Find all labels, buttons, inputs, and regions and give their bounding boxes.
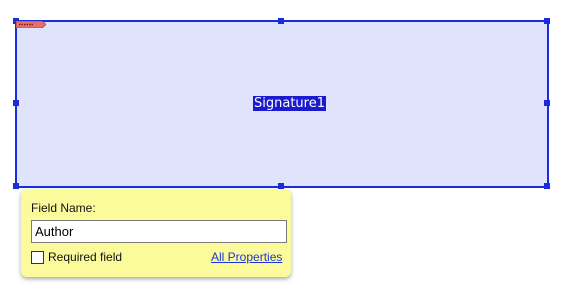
field-name-label: Field Name: [31,201,96,215]
resize-handle-bottom-left[interactable] [13,183,19,189]
field-properties-popup: Field Name: Required field All Propertie… [21,189,291,277]
resize-handle-top-right[interactable] [544,18,550,24]
field-name-input[interactable] [31,220,287,243]
resize-handle-top[interactable] [278,18,284,24]
signature-flag-icon [16,21,46,28]
required-field-checkbox[interactable] [31,250,44,264]
all-properties-link[interactable]: All Properties [211,250,282,264]
signature-field-name: Signature1 [253,96,326,111]
resize-handle-right[interactable] [544,100,550,106]
resize-handle-bottom-right[interactable] [544,183,550,189]
required-field-label: Required field [48,250,123,264]
required-field-row[interactable]: Required field [31,250,122,264]
form-editor-canvas: Signature1 Field Name: Required field Al… [0,0,566,294]
resize-handle-left[interactable] [13,100,19,106]
